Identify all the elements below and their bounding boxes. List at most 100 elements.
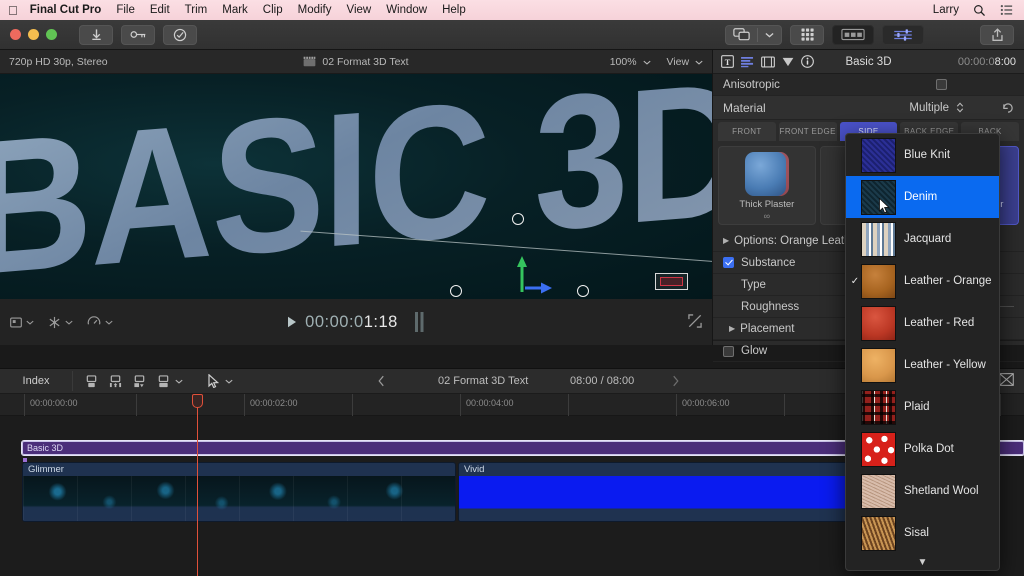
menu-user-name[interactable]: Larry [933,4,959,16]
dropdown-item-jacquard[interactable]: Jacquard [846,218,999,260]
menu-item-help[interactable]: Help [442,4,466,16]
dropdown-item-blue-knit[interactable]: Blue Knit [846,134,999,176]
media-browser-icon[interactable] [726,26,757,44]
substance-checkbox[interactable] [723,257,734,268]
tab-front[interactable]: FRONT [718,122,776,141]
osc-axis-z-arrow-icon[interactable] [525,281,553,299]
anisotropic-label: Anisotropic [723,79,780,91]
menu-item-file[interactable]: File [116,4,135,16]
mouse-pointer-icon [879,198,890,217]
material-popup-value[interactable]: Multiple [909,102,949,114]
menu-item-edit[interactable]: Edit [150,4,170,16]
chevron-down-icon[interactable] [225,379,233,384]
inspector-timecode: 00:00:08:00 [958,56,1016,68]
clip-appearance-icon[interactable] [999,373,1014,386]
dropdown-item-leather-orange[interactable]: ✓ Leather - Orange [846,260,999,302]
dropdown-item-leather-yellow[interactable]: Leather - Yellow [846,344,999,386]
chevron-left-icon[interactable] [378,375,385,387]
osc-handle-circle[interactable] [450,285,462,297]
material-row: Material Multiple [713,96,1024,120]
up-down-stepper-icon[interactable] [956,102,964,113]
chevron-down-icon[interactable] [758,26,781,44]
anisotropic-checkbox[interactable] [936,79,947,90]
dropdown-item-label: Polka Dot [904,443,954,455]
text-inspector-icon[interactable]: T [721,55,734,68]
ruler-label: 00:00:02:00 [250,398,298,408]
link-chain-icon[interactable]: ∞ [722,211,812,221]
timeline-index-button[interactable]: Index [0,375,72,387]
timeline-playhead[interactable] [197,394,198,576]
transitions-browser-button[interactable] [832,25,874,45]
minimize-window-button[interactable] [28,29,39,40]
menu-bar:  Final Cut Pro File Edit Trim Mark Clip… [0,0,1024,20]
scroll-down-arrow-icon[interactable]: ▼ [846,557,999,568]
menu-item-window[interactable]: Window [386,4,427,16]
generator-inspector-icon[interactable] [782,57,794,67]
swatch-polka-dot-icon [861,432,896,467]
anisotropic-row[interactable]: Anisotropic [713,74,1024,96]
menu-item-clip[interactable]: Clip [263,4,283,16]
insert-icon[interactable] [109,375,122,388]
maximize-window-button[interactable] [46,29,57,40]
osc-handle-circle[interactable] [577,285,589,297]
menu-item-view[interactable]: View [346,4,371,16]
apple-logo-icon[interactable]:  [8,4,18,17]
media-browser-group[interactable] [725,25,782,45]
search-icon[interactable] [973,4,986,17]
dropdown-item-sisal[interactable]: Sisal [846,512,999,554]
reset-arrow-icon[interactable] [1002,102,1014,114]
osc-scale-handle[interactable] [655,273,688,290]
tab-front-edge[interactable]: FRONT EDGE [779,122,837,141]
material-substance-dropdown[interactable]: Blue Knit Denim Jacquard ✓ Leather - Ora… [845,133,1000,571]
dropdown-item-denim[interactable]: Denim [846,176,999,218]
dropdown-item-leather-red[interactable]: Leather - Red [846,302,999,344]
ruler-label: 00:00:00:00 [30,398,78,408]
viewer-3d-text[interactable]: BASIC 3D BASIC 3D [0,74,712,299]
disclosure-triangle-right-icon[interactable]: ▶ [729,324,735,333]
svg-text:T: T [725,58,731,67]
timeline-clip-glimmer[interactable]: Glimmer [22,462,456,522]
clip-name: Basic 3D [27,443,63,453]
menu-item-modify[interactable]: Modify [298,4,332,16]
osc-handle-circle[interactable] [512,213,524,225]
close-window-button[interactable] [10,29,21,40]
connect-icon[interactable] [133,375,146,388]
swatch-jacquard-icon [861,222,896,257]
video-inspector-icon[interactable] [761,56,775,68]
viewer-canvas[interactable]: BASIC 3D BASIC 3D [0,74,712,299]
viewer-panel: 720p HD 30p, Stereo 02 Format 3D Text 10… [0,50,712,345]
info-inspector-icon[interactable] [801,55,814,68]
arrow-select-tool-icon[interactable] [208,374,219,388]
menu-app-name[interactable]: Final Cut Pro [30,4,102,16]
viewer-timecode[interactable]: 00:00:01:18 [305,313,398,332]
window-controls[interactable] [10,29,57,40]
chevron-down-icon[interactable] [175,379,183,384]
dropdown-item-shetland-wool[interactable]: Shetland Wool [846,470,999,512]
swatch-thick-plaster[interactable]: Thick Plaster ∞ [718,146,816,225]
play-triangle-icon[interactable] [287,316,297,328]
share-export-button[interactable] [980,25,1014,45]
app-toolbar [0,20,1024,50]
timeline-clip-vivid[interactable]: Vivid [458,462,848,522]
playhead-handle[interactable] [192,394,203,408]
inspector-toggle-button[interactable] [882,25,924,45]
menu-item-mark[interactable]: Mark [222,4,248,16]
checkmark-icon: ✓ [850,276,860,287]
text-style-icon[interactable] [741,56,754,68]
overwrite-icon[interactable] [157,375,170,388]
glow-checkbox[interactable] [723,346,734,357]
dropdown-item-label: Leather - Yellow [904,359,986,371]
disclosure-triangle-right-icon[interactable]: ▶ [723,236,729,245]
dropdown-item-polka-dot[interactable]: Polka Dot [846,428,999,470]
dropdown-item-plaid[interactable]: Plaid [846,386,999,428]
append-icon[interactable] [85,375,98,388]
effects-browser-button[interactable] [790,25,824,45]
menu-item-trim[interactable]: Trim [185,4,208,16]
pause-bars-icon[interactable] [414,312,425,332]
project-clapper-icon [303,56,316,67]
analyze-status-button[interactable] [163,25,197,45]
chevron-right-icon[interactable] [672,375,679,387]
keyword-editor-button[interactable] [121,25,155,45]
import-media-button[interactable] [79,25,113,45]
control-center-icon[interactable] [1000,4,1014,16]
